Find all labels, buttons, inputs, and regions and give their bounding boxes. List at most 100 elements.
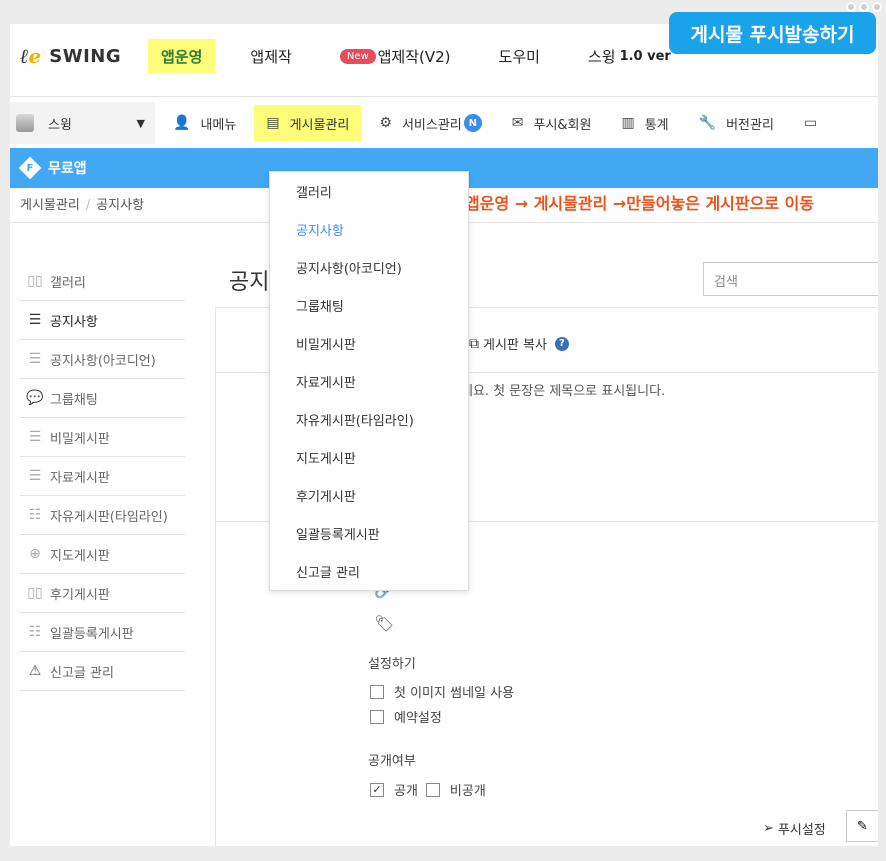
search-input[interactable]: 검색: [703, 262, 878, 296]
nav-label: 통계: [644, 117, 669, 133]
nav-my-menu[interactable]: 👤 내메뉴: [161, 105, 248, 141]
push-settings-button[interactable]: ➢ 푸시설정: [763, 819, 826, 838]
topnav-help[interactable]: 도우미: [486, 39, 553, 73]
notice-icon: ☰: [28, 312, 42, 328]
free-plan-icon: F: [18, 156, 42, 180]
sidebar-item-notice-accordion[interactable]: ☰ 공지사항(아코디언): [20, 340, 185, 379]
sidebar-item-label: 일괄등록게시판: [50, 626, 134, 642]
help-icon[interactable]: ?: [554, 336, 569, 351]
board-sidebar: ▯▯ 갤러리 ☰ 공지사항 ☰ 공지사항(아코디언) 💬 그룹채팅 ☰ 비밀게시판 ☰ 자료…: [20, 262, 185, 691]
private-checkbox[interactable]: [425, 782, 440, 797]
sidebar-item-label: 갤러리: [50, 275, 86, 291]
wrench-icon: 🔧: [698, 115, 717, 131]
visibility-options: ✓ 공개 비공개: [370, 780, 486, 799]
nav-version-management[interactable]: 🔧 버전관리: [687, 105, 786, 141]
dropdown-item-label: 지도게시판: [296, 451, 356, 467]
copy-board-label: 게시판 복사: [483, 338, 547, 353]
topnav-app-operation[interactable]: 앱운영: [148, 39, 216, 73]
sidebar-item-gallery[interactable]: ▯▯ 갤러리: [20, 262, 185, 301]
topnav-label: 앱제작(V2): [377, 47, 451, 66]
topnav-app-build-v2[interactable]: New 앱제작(V2): [327, 39, 464, 73]
nav-push-members[interactable]: ✉ 푸시&회원: [500, 105, 604, 141]
swing-logo-icon: ℓe: [20, 44, 42, 68]
warning-icon: ⚠: [28, 663, 42, 679]
sidebar-item-data-board[interactable]: ☰ 자료게시판: [20, 457, 185, 496]
app-select-label: 스윙: [48, 117, 72, 133]
visibility-heading: 공개여부: [368, 754, 416, 769]
edit-button[interactable]: ✎: [846, 810, 878, 842]
nav-more[interactable]: ▭: [792, 105, 839, 141]
sidebar-item-bulk-board[interactable]: ☷ 일괄등록게시판: [20, 613, 185, 652]
dropdown-item-secret-board[interactable]: 비밀게시판: [270, 324, 468, 362]
dropdown-item-group-chat[interactable]: 그룹채팅: [270, 286, 468, 324]
tag-icon[interactable]: 🏷: [374, 614, 394, 633]
dropdown-item-gallery[interactable]: 갤러리: [270, 172, 468, 210]
plan-label: 무료앱: [48, 161, 87, 177]
edit-icon: ✎: [857, 818, 868, 834]
public-checkbox[interactable]: ✓: [370, 782, 384, 797]
sidebar-item-report-management[interactable]: ⚠ 신고글 관리: [20, 652, 185, 691]
nav-label: 서비스관리: [401, 117, 462, 133]
thumbnail-checkbox[interactable]: [370, 684, 384, 699]
nav-post-management[interactable]: ▤ 게시물관리: [254, 105, 362, 141]
nav-service-management[interactable]: ⚙ 서비스관리 N: [367, 105, 493, 141]
caret-down-icon: ▼: [136, 116, 145, 130]
dropdown-item-free-board[interactable]: 자유게시판(타임라인): [270, 400, 468, 438]
nav-label: 내메뉴: [200, 117, 237, 133]
breadcrumb: 게시물관리 / 공지사항: [20, 194, 144, 213]
new-badge: New: [339, 48, 376, 64]
dropdown-item-data-board[interactable]: 자료게시판: [270, 362, 468, 400]
dropdown-item-notice[interactable]: 공지사항: [270, 210, 468, 248]
sidebar-item-group-chat[interactable]: 💬 그룹채팅: [20, 379, 185, 418]
copy-board-button[interactable]: ⧉ 게시판 복사 ?: [469, 334, 569, 353]
thumbnail-option[interactable]: 첫 이미지 썸네일 사용: [370, 682, 514, 701]
app-thumbnail-icon: [16, 114, 34, 132]
dropdown-item-label: 자료게시판: [296, 375, 356, 391]
version-label: 1.0 ver: [619, 48, 671, 64]
editor-textarea[interactable]: 세요. 첫 문장은 제목으로 표시됩니다.: [461, 380, 665, 399]
topnav-app-build[interactable]: 앱제작: [237, 39, 304, 73]
breadcrumb-item[interactable]: 게시물관리: [20, 198, 80, 213]
top-nav: 앱운영 앱제작 New 앱제작(V2) 도우미 스윙 1.0 ver: [148, 38, 706, 74]
review-icon: ▯▯: [27, 585, 43, 601]
topnav-swing-version[interactable]: 스윙 1.0 ver: [575, 39, 684, 73]
sidebar-item-free-board[interactable]: ☷ 자유게시판(타임라인): [20, 496, 185, 535]
nav-label: 버전관리: [726, 117, 774, 133]
topnav-label: 스윙: [587, 47, 616, 66]
sidebar-item-label: 공지사항: [50, 314, 98, 330]
gallery-icon: ▯▯: [27, 273, 43, 289]
dropdown-item-bulk-board[interactable]: 일괄등록게시판: [270, 514, 468, 552]
accordion-icon: ☰: [28, 351, 42, 367]
app-select[interactable]: 스윙 ▼: [10, 102, 155, 144]
reserve-option[interactable]: 예약설정: [370, 707, 442, 726]
gear-icon: ⚙: [379, 115, 392, 131]
breadcrumb-item: 공지사항: [96, 198, 145, 213]
dropdown-item-label: 비밀게시판: [296, 337, 356, 353]
logo[interactable]: ℓe SWING: [20, 44, 121, 69]
sidebar-item-review-board[interactable]: ▯▯ 후기게시판: [20, 574, 185, 613]
sidebar-item-label: 공지사항(아코디언): [50, 353, 156, 369]
divider: [10, 96, 878, 97]
dropdown-item-report-management[interactable]: 신고글 관리: [270, 552, 468, 590]
window-controls: [846, 2, 882, 12]
option-label: 비공개: [449, 784, 486, 799]
dropdown-item-label: 후기게시판: [296, 489, 356, 505]
sidebar-item-label: 신고글 관리: [50, 665, 114, 681]
card-icon: ▭: [803, 115, 818, 131]
board-icon: ☰: [28, 429, 42, 445]
option-label: 예약설정: [394, 711, 442, 726]
breadcrumb-separator: /: [85, 198, 91, 213]
sidebar-item-map-board[interactable]: ⊕ 지도게시판: [20, 535, 185, 574]
dropdown-item-label: 그룹채팅: [296, 299, 344, 315]
sidebar-item-label: 지도게시판: [50, 548, 110, 564]
sidebar-item-notice[interactable]: ☰ 공지사항: [20, 301, 185, 340]
nav-statistics[interactable]: ▥ 통계: [609, 105, 680, 141]
map-icon: ⊕: [29, 546, 41, 562]
sidebar-item-secret-board[interactable]: ☰ 비밀게시판: [20, 418, 185, 457]
reserve-checkbox[interactable]: [370, 709, 384, 724]
dropdown-item-notice-accordion[interactable]: 공지사항(아코디언): [270, 248, 468, 286]
dropdown-item-map-board[interactable]: 지도게시판: [270, 438, 468, 476]
envelope-icon: ✉: [511, 115, 524, 131]
dropdown-item-review-board[interactable]: 후기게시판: [270, 476, 468, 514]
copy-icon: ⧉: [469, 335, 479, 352]
